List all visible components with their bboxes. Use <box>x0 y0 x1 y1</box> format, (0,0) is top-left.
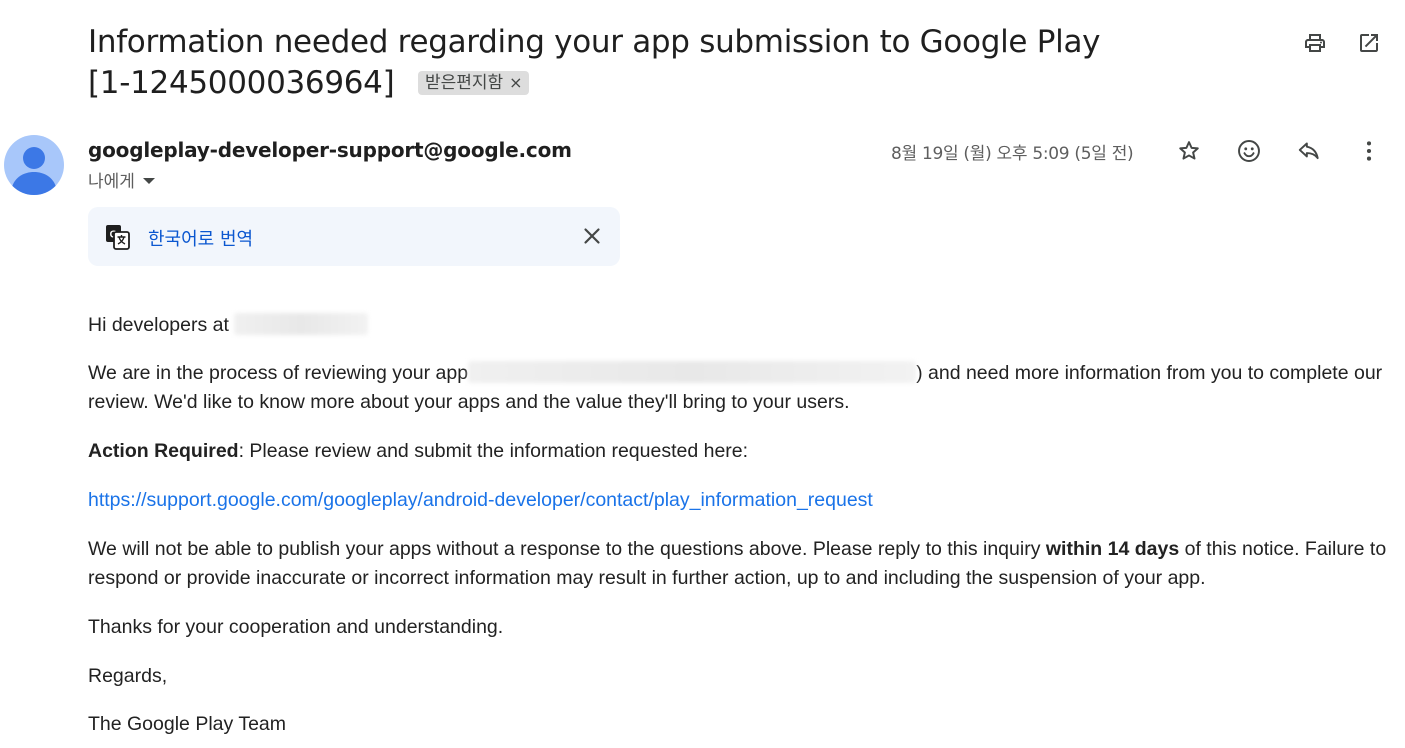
recipient-details-toggle[interactable]: 나에게 <box>88 167 155 192</box>
regards-paragraph: Regards, <box>88 665 168 687</box>
more-options-button[interactable] <box>1355 137 1383 165</box>
avatar-person-icon <box>12 147 56 195</box>
signature-paragraph: The Google Play Team <box>88 713 286 735</box>
deadline-paragraph: We will not be able to publish your apps… <box>88 535 1388 593</box>
emoji-reaction-button[interactable] <box>1235 137 1263 165</box>
greeting-text: Hi developers at <box>88 314 229 336</box>
sender-avatar[interactable] <box>4 135 64 195</box>
more-vert-icon <box>1366 141 1372 161</box>
deadline-bold: within 14 days <box>1045 538 1180 560</box>
star-button[interactable] <box>1175 137 1203 165</box>
action-required-paragraph: Action Required: Please review and submi… <box>88 437 1388 466</box>
review-text-start: We are in the process of reviewing your … <box>88 362 469 384</box>
subject-text: Information needed regarding your app su… <box>88 24 1101 101</box>
information-request-link[interactable]: https://support.google.com/googleplay/an… <box>88 489 873 511</box>
chevron-down-icon <box>142 178 155 184</box>
print-button[interactable] <box>1302 30 1328 56</box>
greeting-paragraph: Hi developers at <box>88 311 1388 340</box>
reply-icon <box>1298 142 1319 160</box>
recipient-text: 나에게 <box>88 172 135 192</box>
open-in-new-window-button[interactable] <box>1356 30 1382 56</box>
email-subject: Information needed regarding your app su… <box>88 22 1148 104</box>
print-icon <box>1305 34 1325 52</box>
inbox-label-chip: 받은편지함 × <box>417 71 529 95</box>
open-in-new-window-icon <box>1360 34 1378 52</box>
request-link-paragraph: https://support.google.com/googleplay/an… <box>88 486 1388 515</box>
inbox-label-text: 받은편지함 <box>424 73 504 93</box>
thanks-paragraph: Thanks for your cooperation and understa… <box>88 616 504 638</box>
email-datetime: 8월 19일 (월) 오후 5:09 (5일 전) <box>891 144 1134 164</box>
translate-to-korean-link[interactable]: 한국어로 번역 <box>148 225 253 251</box>
translate-bar: G 한국어로 번역 <box>88 207 620 266</box>
deadline-text-start: We will not be able to publish your apps… <box>88 538 1041 560</box>
emoji-reaction-icon <box>1238 140 1260 162</box>
reply-button[interactable] <box>1295 137 1323 165</box>
redacted-app-name <box>468 361 917 383</box>
action-required-text: : Please review and submit the informati… <box>238 440 749 462</box>
close-icon[interactable] <box>580 224 604 248</box>
redacted-developer-name <box>234 313 369 335</box>
sender-address[interactable]: googleplay-developer-support@google.com <box>88 138 572 162</box>
star-icon <box>1179 141 1199 160</box>
remove-label-button[interactable]: × <box>509 71 522 95</box>
action-required-label: Action Required <box>88 440 239 462</box>
translate-icon: G <box>106 225 130 250</box>
review-paragraph: We are in the process of reviewing your … <box>88 359 1388 417</box>
